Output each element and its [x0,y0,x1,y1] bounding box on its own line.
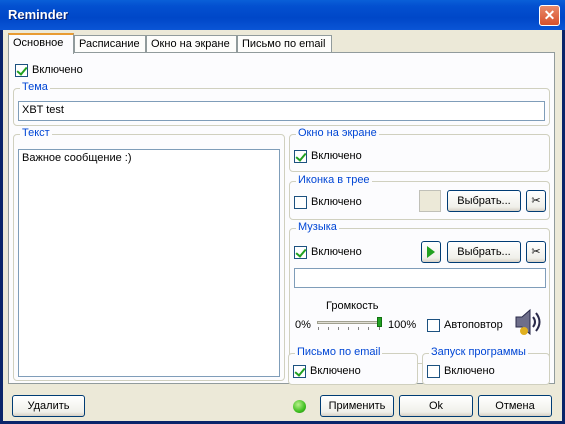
screen-window-legend: Окно на экране [296,127,379,139]
autorepeat-checkbox[interactable] [427,319,440,332]
subject-input[interactable]: XBT test [18,101,545,121]
tab-panel-main: Включено Тема XBT test Текст Важное сооб… [8,52,555,384]
volume-tick [338,327,339,330]
scissors-icon: ✂ [531,246,541,258]
volume-tick [348,327,349,330]
tray-icon-clear-button[interactable]: ✂ [526,190,546,212]
music-legend: Музыка [296,221,339,233]
run-program-label: Включено [444,365,495,377]
tab-main[interactable]: Основное [8,33,74,54]
tray-icon-checkbox[interactable] [294,196,307,209]
play-button[interactable] [421,241,441,263]
run-program-checkbox[interactable] [427,365,440,378]
tray-icon-choose-button[interactable]: Выбрать... [447,190,521,212]
volume-track [317,321,382,324]
volume-label: Громкость [326,300,379,312]
screen-window-checkbox[interactable] [294,150,307,163]
message-textarea[interactable]: Важное сообщение :) [18,149,280,377]
cancel-button[interactable]: Отмена [478,395,552,417]
delete-button[interactable]: Удалить [12,395,85,417]
window-title: Reminder [8,7,68,22]
tray-icon-preview [419,190,441,212]
screen-window-group: Окно на экране Включено [289,127,550,172]
scissors-icon: ✂ [531,195,541,207]
subject-legend: Тема [20,81,50,93]
volume-max-label: 100% [388,319,417,331]
music-choose-button[interactable]: Выбрать... [447,241,521,263]
run-program-group: Запуск программы Включено [422,346,550,385]
tray-icon-label: Включено [311,196,362,208]
music-file-input[interactable] [294,268,546,288]
email-label: Включено [310,365,361,377]
email-legend: Письмо по email [295,346,383,358]
subject-group: Тема XBT test [13,81,550,126]
ok-button[interactable]: Ok [399,395,473,417]
volume-tick [379,327,380,330]
autorepeat-label: Автоповтор [444,319,503,331]
run-program-legend: Запуск программы [429,346,528,358]
close-button[interactable]: ✕ [539,5,560,26]
volume-tick [368,327,369,330]
email-group: Письмо по email Включено [288,346,418,385]
music-clear-button[interactable]: ✂ [526,241,546,263]
tab-email[interactable]: Письмо по email [237,35,332,53]
tab-schedule[interactable]: Расписание [74,35,146,53]
reminder-window: Reminder ✕ Основное Расписание Окно на э… [0,0,565,424]
title-bar[interactable]: Reminder ✕ [0,0,565,30]
volume-tick [358,327,359,330]
tab-screen-window[interactable]: Окно на экране [146,35,237,53]
enabled-checkbox[interactable] [15,64,28,77]
volume-min-label: 0% [295,319,311,331]
volume-tick [328,327,329,330]
email-checkbox[interactable] [293,365,306,378]
apply-button[interactable]: Применить [320,395,394,417]
volume-thumb[interactable] [377,317,382,327]
music-label: Включено [311,246,362,258]
music-checkbox[interactable] [294,246,307,259]
screen-window-label: Включено [311,150,362,162]
close-icon: ✕ [543,7,556,23]
enabled-label: Включено [32,64,83,76]
music-group: Музыка Включено Выбрать... ✂ Громкость 0… [289,221,550,364]
speaker-icon [515,308,541,336]
text-legend: Текст [20,127,52,139]
play-icon [427,246,435,258]
text-group: Текст Важное сообщение :) [13,127,285,381]
tray-icon-group: Иконка в трее Включено Выбрать... ✂ [289,174,550,220]
volume-tick [318,327,319,330]
dialog-body: Основное Расписание Окно на экране Письм… [3,30,562,421]
status-indicator [293,400,306,413]
tray-icon-legend: Иконка в трее [296,174,372,186]
